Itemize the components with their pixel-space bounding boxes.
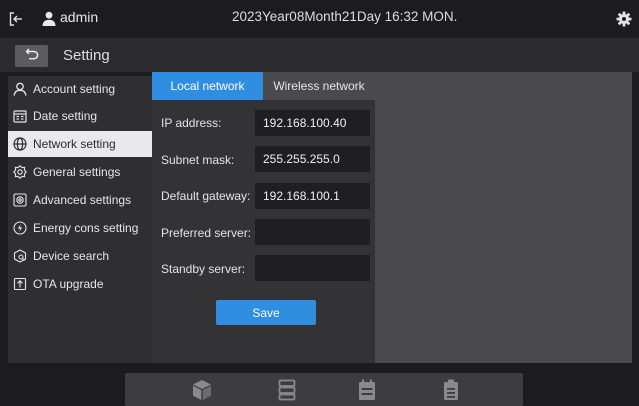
- bottom-dock: [125, 373, 523, 406]
- sidebar-item-label: General settings: [33, 165, 121, 179]
- tab-local-network[interactable]: Local network: [152, 72, 263, 100]
- sidebar-item-general-settings[interactable]: General settings: [8, 159, 152, 185]
- device-search-icon: [13, 249, 27, 263]
- subnet-mask-label: Subnet mask:: [161, 153, 235, 167]
- title-bar: Setting: [0, 38, 639, 72]
- bottom-bar: [0, 363, 639, 406]
- calendar-icon: [13, 109, 27, 123]
- default-gateway-input[interactable]: [255, 183, 370, 209]
- datetime-display: 2023Year08Month21Day 16:32 MON.: [232, 9, 458, 24]
- standby-server-label: Standby server:: [161, 262, 246, 276]
- sidebar-item-label: Network setting: [33, 137, 116, 151]
- logout-icon[interactable]: [8, 11, 24, 27]
- gear-outline-icon: [13, 165, 27, 179]
- sidebar-item-account-setting[interactable]: Account setting: [8, 76, 152, 102]
- sidebar-item-label: Account setting: [33, 82, 116, 96]
- sidebar-item-ota-upgrade[interactable]: OTA upgrade: [8, 271, 152, 297]
- back-arrow-icon: [25, 47, 39, 65]
- top-bar: admin 2023Year08Month21Day 16:32 MON.: [0, 0, 639, 38]
- clipboard-icon[interactable]: [440, 378, 462, 402]
- sidebar-item-advanced-settings[interactable]: Advanced settings: [8, 187, 152, 213]
- preferred-server-label: Preferred server:: [161, 226, 252, 240]
- upgrade-icon: [13, 277, 27, 291]
- sidebar-item-date-setting[interactable]: Date setting: [8, 103, 152, 129]
- subnet-mask-input[interactable]: [255, 146, 370, 172]
- default-gateway-label: Default gateway:: [161, 189, 251, 203]
- save-button[interactable]: Save: [216, 300, 316, 325]
- detail-pane: [375, 72, 632, 363]
- sidebar-item-label: Energy cons setting: [33, 221, 139, 235]
- back-button[interactable]: [15, 45, 48, 67]
- settings-sidebar: Account setting Date setting Network set…: [8, 76, 152, 363]
- ip-address-input[interactable]: [255, 110, 370, 136]
- sidebar-item-label: OTA upgrade: [33, 277, 104, 291]
- page-title: Setting: [63, 47, 110, 64]
- sidebar-item-device-search[interactable]: Device search: [8, 243, 152, 269]
- sidebar-item-energy-cons-setting[interactable]: Energy cons setting: [8, 215, 152, 241]
- list-icon[interactable]: [276, 378, 298, 402]
- username: admin: [60, 9, 99, 25]
- sidebar-item-label: Device search: [33, 249, 110, 263]
- ip-address-label: IP address:: [161, 116, 222, 130]
- gear-icon[interactable]: [616, 11, 632, 27]
- tab-wireless-network[interactable]: Wireless network: [263, 72, 375, 100]
- schedule-icon[interactable]: [356, 378, 378, 402]
- advanced-settings-icon: [13, 193, 27, 207]
- standby-server-input[interactable]: [255, 255, 370, 281]
- network-settings-panel: Local network Wireless network IP addres…: [152, 72, 375, 363]
- user-outline-icon: [13, 82, 27, 96]
- sidebar-item-network-setting[interactable]: Network setting: [8, 131, 152, 157]
- energy-icon: [13, 221, 27, 235]
- preferred-server-input[interactable]: [255, 219, 370, 245]
- globe-icon: [13, 137, 27, 151]
- cube-icon[interactable]: [191, 378, 213, 402]
- sidebar-item-label: Advanced settings: [33, 193, 132, 207]
- user-icon: [42, 11, 56, 26]
- sidebar-item-label: Date setting: [33, 109, 98, 123]
